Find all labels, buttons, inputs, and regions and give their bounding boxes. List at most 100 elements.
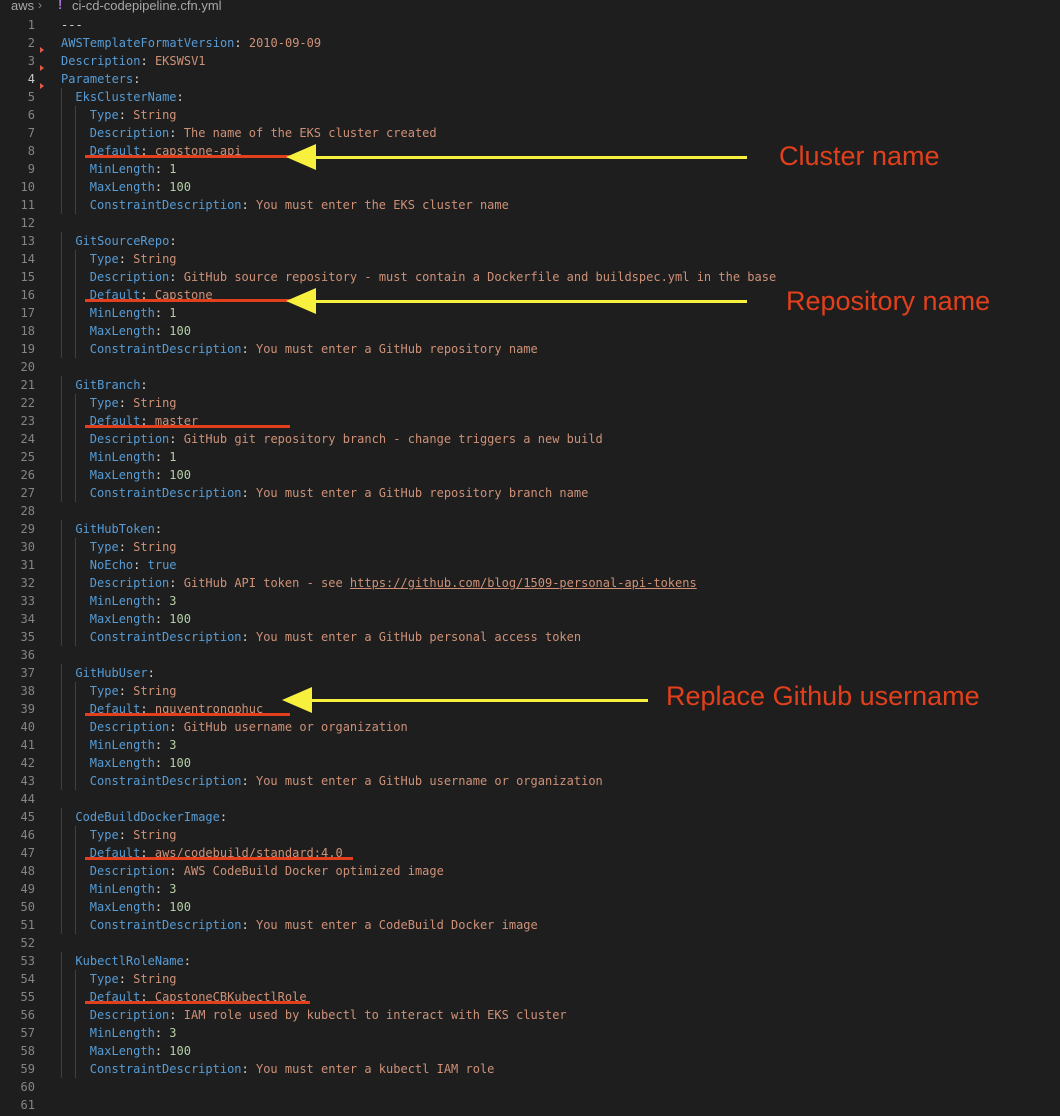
- code-text: Description: IAM role used by kubectl to…: [90, 1006, 567, 1024]
- breadcrumb-folder[interactable]: aws: [11, 0, 34, 12]
- code-line[interactable]: 33 MinLength: 3: [0, 592, 1060, 610]
- code-text: Description: The name of the EKS cluster…: [90, 124, 437, 142]
- yaml-value: 1: [169, 162, 177, 176]
- code-text: GitHubToken:: [75, 520, 162, 538]
- code-line[interactable]: 48 Description: AWS CodeBuild Docker opti…: [0, 862, 1060, 880]
- indent-guide: [75, 430, 77, 448]
- yaml-value: 100: [169, 180, 191, 194]
- code-line[interactable]: 26 MaxLength: 100: [0, 466, 1060, 484]
- code-line[interactable]: 36: [0, 646, 1060, 664]
- line-number: 2: [27, 36, 35, 50]
- line-number: 59: [20, 1062, 35, 1076]
- yaml-value: GitHub API token - see: [183, 576, 350, 590]
- yaml-value: String: [133, 540, 177, 554]
- code-line[interactable]: 53 KubectlRoleName:: [0, 952, 1060, 970]
- code-line[interactable]: 52: [0, 934, 1060, 952]
- code-line[interactable]: 21 GitBranch:: [0, 376, 1060, 394]
- line-number: 23: [20, 414, 35, 428]
- code-line[interactable]: 28: [0, 502, 1060, 520]
- code-text: ConstraintDescription: You must enter a …: [90, 628, 581, 646]
- code-line[interactable]: 46 Type: String: [0, 826, 1060, 844]
- code-line[interactable]: 40 Description: GitHub username or organi…: [0, 718, 1060, 736]
- indent-guide: [75, 916, 77, 934]
- code-line[interactable]: 25 MinLength: 1: [0, 448, 1060, 466]
- code-text: KubectlRoleName:: [75, 952, 191, 970]
- code-text: MaxLength: 100: [90, 322, 191, 340]
- yaml-value: You must enter a kubectl IAM role: [255, 1062, 495, 1076]
- yaml-key: MinLength: [89, 162, 155, 176]
- yaml-colon: :: [154, 162, 163, 176]
- indent-guide: [75, 898, 77, 916]
- line-number: 22: [20, 396, 35, 410]
- code-line[interactable]: 49 MinLength: 3: [0, 880, 1060, 898]
- code-text: ConstraintDescription: You must enter a …: [90, 484, 589, 502]
- code-line[interactable]: 45 CodeBuildDockerImage:: [0, 808, 1060, 826]
- code-line[interactable]: 14 Type: String: [0, 250, 1060, 268]
- code-line[interactable]: 2 AWSTemplateFormatVersion: 2010-09-09: [0, 34, 1060, 52]
- code-line[interactable]: 18 MaxLength: 100: [0, 322, 1060, 340]
- code-line[interactable]: 11 ConstraintDescription: You must enter …: [0, 196, 1060, 214]
- code-line[interactable]: 19 ConstraintDescription: You must enter …: [0, 340, 1060, 358]
- url-link[interactable]: https://github.com/blog/1509-personal-ap…: [350, 576, 697, 590]
- code-line[interactable]: 50 MaxLength: 100: [0, 898, 1060, 916]
- indent-guide: [75, 196, 77, 214]
- indent-guide: [75, 772, 77, 790]
- line-number: 36: [20, 648, 35, 662]
- code-line[interactable]: 20: [0, 358, 1060, 376]
- line-number: 46: [20, 828, 35, 842]
- yaml-key: GitHubToken: [75, 522, 155, 536]
- yaml-value: 3: [169, 1026, 177, 1040]
- code-text: ConstraintDescription: You must enter th…: [90, 196, 509, 214]
- indent-guide: [61, 970, 62, 988]
- code-line[interactable]: 1 ---: [0, 16, 1060, 34]
- code-line[interactable]: 29 GitHubToken:: [0, 520, 1060, 538]
- code-line[interactable]: 13 GitSourceRepo:: [0, 232, 1060, 250]
- code-line[interactable]: 44: [0, 790, 1060, 808]
- yaml-colon: :: [241, 1062, 249, 1076]
- code-line[interactable]: 37 GitHubUser:: [0, 664, 1060, 682]
- line-number: 44: [20, 792, 35, 806]
- code-line[interactable]: 35 ConstraintDescription: You must enter …: [0, 628, 1060, 646]
- code-line[interactable]: 51 ConstraintDescription: You must enter …: [0, 916, 1060, 934]
- yaml-colon: :: [234, 36, 242, 50]
- code-line[interactable]: 12: [0, 214, 1060, 232]
- code-line[interactable]: 54 Type: String: [0, 970, 1060, 988]
- code-line[interactable]: 56 Description: IAM role used by kubectl …: [0, 1006, 1060, 1024]
- code-text: Type: String: [90, 250, 177, 268]
- code-line[interactable]: 27 ConstraintDescription: You must enter …: [0, 484, 1060, 502]
- yaml-colon: :: [183, 954, 191, 968]
- code-line[interactable]: 61: [0, 1096, 1060, 1114]
- code-line[interactable]: 59 ConstraintDescription: You must enter …: [0, 1060, 1060, 1078]
- code-line[interactable]: 57 MinLength: 3: [0, 1024, 1060, 1042]
- line-number: 10: [20, 180, 35, 194]
- yaml-value: 1: [169, 450, 177, 464]
- code-line[interactable]: 5 EksClusterName:: [0, 88, 1060, 106]
- code-line[interactable]: 34 MaxLength: 100: [0, 610, 1060, 628]
- code-text: GitSourceRepo:: [75, 232, 176, 250]
- code-line[interactable]: 7 Description: The name of the EKS cluste…: [0, 124, 1060, 142]
- code-line[interactable]: 30 Type: String: [0, 538, 1060, 556]
- code-line[interactable]: 42 MaxLength: 100: [0, 754, 1060, 772]
- indent-guide: [75, 826, 77, 844]
- code-line[interactable]: 22 Type: String: [0, 394, 1060, 412]
- code-line[interactable]: 15 Description: GitHub source repository …: [0, 268, 1060, 286]
- code-line[interactable]: 43 ConstraintDescription: You must enter …: [0, 772, 1060, 790]
- code-line[interactable]: 31 NoEcho: true: [0, 556, 1060, 574]
- line-number: 55: [20, 990, 35, 1004]
- line-number: 39: [20, 702, 35, 716]
- code-line[interactable]: 10 MaxLength: 100: [0, 178, 1060, 196]
- code-text: ConstraintDescription: You must enter a …: [90, 1060, 495, 1078]
- indent-guide: [75, 970, 77, 988]
- yaml-colon: :: [169, 126, 177, 140]
- code-line[interactable]: 58 MaxLength: 100: [0, 1042, 1060, 1060]
- code-line[interactable]: 6 Type: String: [0, 106, 1060, 124]
- code-line[interactable]: 3 Description: EKSWSV1: [0, 52, 1060, 70]
- code-line[interactable]: 4 Parameters:: [0, 70, 1060, 88]
- code-line[interactable]: 60: [0, 1078, 1060, 1096]
- yaml-key: ConstraintDescription: [89, 342, 242, 356]
- code-line[interactable]: 24 Description: GitHub git repository bra…: [0, 430, 1060, 448]
- code-text: Type: String: [90, 394, 177, 412]
- breadcrumb-file[interactable]: ci-cd-codepipeline.cfn.yml: [72, 0, 222, 12]
- code-line[interactable]: 41 MinLength: 3: [0, 736, 1060, 754]
- code-line[interactable]: 32 Description: GitHub API token - see ht…: [0, 574, 1060, 592]
